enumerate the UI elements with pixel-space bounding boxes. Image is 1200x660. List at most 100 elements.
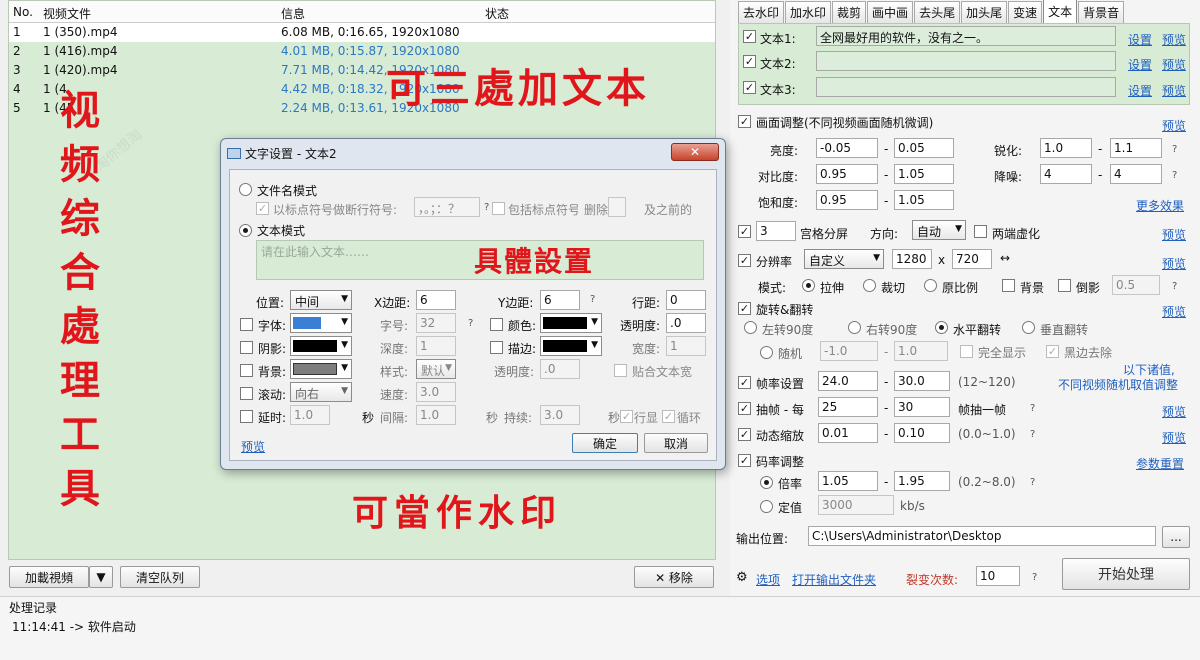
col-info[interactable]: 信息 [281,5,305,22]
bitrate-mul-radio[interactable] [760,476,773,489]
rotate-preview-link[interactable]: 预览 [1162,303,1186,320]
tab-text[interactable]: 文本 [1043,0,1078,23]
split-checkbox[interactable] [256,202,269,215]
text3-input[interactable] [816,77,1116,97]
vflip-radio[interactable] [1022,321,1035,334]
tab-add-watermark[interactable]: 加水印 [785,1,832,23]
ymargin-input[interactable]: 6 [540,290,580,310]
sharpen-max-input[interactable]: 1.1 [1110,138,1162,158]
tab-add-ends[interactable]: 加头尾 [961,1,1008,23]
zoom-max-input[interactable]: 0.10 [894,423,950,443]
tab-speed[interactable]: 变速 [1008,1,1043,23]
text-mode-radio[interactable] [239,224,252,237]
depth-input[interactable]: 1 [416,336,456,356]
zoom-preview-link[interactable]: 预览 [1162,429,1186,446]
text2-setting-link[interactable]: 设置 [1128,56,1152,73]
fontsize-input[interactable]: 32 [416,313,456,333]
help-icon[interactable]: ? [1030,403,1035,414]
ok-button[interactable]: 确定 [572,433,638,453]
clear-queue-button[interactable]: 清空队列 [120,566,200,588]
text3-setting-link[interactable]: 设置 [1128,82,1152,99]
bg-opacity-input[interactable]: .0 [540,359,580,379]
color-checkbox[interactable] [490,318,503,331]
rotate-left-radio[interactable] [744,321,757,334]
black-edge-checkbox[interactable] [1046,345,1059,358]
text2-checkbox[interactable] [743,55,756,68]
open-output-link[interactable]: 打开输出文件夹 [792,571,876,588]
help-icon[interactable]: ? [1030,429,1035,440]
adjust-checkbox[interactable] [738,115,751,128]
saturation-min-input[interactable]: 0.95 [816,190,878,210]
zoom-checkbox[interactable] [738,428,751,441]
blur-checkbox[interactable] [974,225,987,238]
font-select[interactable]: ▼ [290,313,352,333]
help-icon[interactable]: ? [484,202,489,213]
duration-input[interactable]: 3.0 [540,405,580,425]
text1-setting-link[interactable]: 设置 [1128,31,1152,48]
font-checkbox[interactable] [240,318,253,331]
text3-preview-link[interactable]: 预览 [1162,82,1186,99]
res-width-input[interactable]: 1280 [892,249,932,269]
help-icon[interactable]: ? [1172,144,1177,155]
bitrate-fixed-radio[interactable] [760,500,773,513]
text1-checkbox[interactable] [743,30,756,43]
help-icon[interactable]: ? [1172,281,1177,292]
tab-pip[interactable]: 画中画 [867,1,914,23]
frame-drop-checkbox[interactable] [738,402,751,415]
brightness-min-input[interactable]: -0.05 [816,138,878,158]
text1-input[interactable]: 全网最好用的软件，没有之一。 [816,26,1116,46]
help-icon[interactable]: ? [1030,477,1035,488]
text2-input[interactable] [816,51,1116,71]
loop-checkbox[interactable] [662,410,675,423]
bg-style-select[interactable]: 默认 [416,359,456,379]
random-min-input[interactable]: -1.0 [820,341,878,361]
fit-width-checkbox[interactable] [614,364,627,377]
resolution-preset-select[interactable]: 自定义 [804,249,884,269]
text1-preview-link[interactable]: 预览 [1162,31,1186,48]
grid-checkbox[interactable] [738,225,751,238]
browse-button[interactable]: ... [1162,526,1190,548]
swap-icon[interactable]: ↔ [1000,251,1010,265]
tab-remove-watermark[interactable]: 去水印 [738,1,785,23]
scroll-direction-select[interactable]: 向右 [290,382,352,402]
fps-min-input[interactable]: 24.0 [818,371,878,391]
color-select[interactable]: ▼ [540,313,602,333]
tab-crop[interactable]: 裁剪 [832,1,867,23]
shadow-checkbox[interactable] [240,341,253,354]
more-effects-link[interactable]: 更多效果 [1136,197,1184,214]
linespacing-input[interactable]: 0 [666,290,706,310]
help-icon[interactable]: ? [468,318,473,329]
bitrate-min-input[interactable]: 1.05 [818,471,878,491]
delete-input[interactable] [608,197,626,217]
load-video-button[interactable]: 加載視頻 [9,566,89,588]
start-process-button[interactable]: 开始处理 [1062,558,1190,590]
drop-preview-link[interactable]: 预览 [1162,403,1186,420]
help-icon[interactable]: ? [590,294,595,305]
grid-preview-link[interactable]: 预览 [1162,226,1186,243]
contrast-max-input[interactable]: 1.05 [894,164,954,184]
brightness-max-input[interactable]: 0.05 [894,138,954,158]
tab-trim[interactable]: 去头尾 [914,1,961,23]
include-punct-checkbox[interactable] [492,202,505,215]
sharpen-min-input[interactable]: 1.0 [1040,138,1092,158]
fps-checkbox[interactable] [738,376,751,389]
grid-count-input[interactable]: 3 [756,221,796,241]
shadow-color-select[interactable]: ▼ [290,336,352,356]
tab-bgm[interactable]: 背景音 [1078,1,1125,23]
remove-button[interactable]: ✕ 移除 [634,566,714,588]
text3-checkbox[interactable] [743,81,756,94]
stroke-checkbox[interactable] [490,341,503,354]
output-path-input[interactable]: C:\Users\Administrator\Desktop [808,526,1156,546]
stroke-color-select[interactable]: ▼ [540,336,602,356]
delay-checkbox[interactable] [240,410,253,423]
reset-params-link[interactable]: 参数重置 [1136,455,1184,472]
hflip-radio[interactable] [935,321,948,334]
dialog-preview-link[interactable]: 预览 [241,438,265,455]
bg-checkbox[interactable] [240,364,253,377]
adjust-preview-link[interactable]: 预览 [1162,117,1186,134]
random-radio[interactable] [760,346,773,359]
crop-radio[interactable] [863,279,876,292]
full-display-checkbox[interactable] [960,345,973,358]
col-file[interactable]: 视频文件 [43,5,91,22]
line-display-checkbox[interactable] [620,410,633,423]
